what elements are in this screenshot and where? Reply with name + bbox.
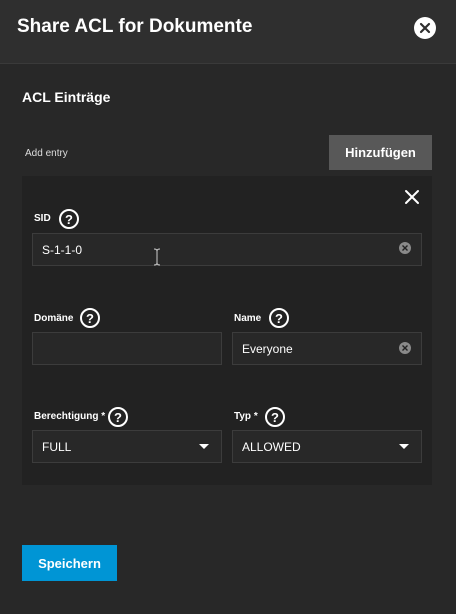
dialog-close-button[interactable] <box>414 17 436 39</box>
remove-entry-icon[interactable] <box>403 188 421 206</box>
type-label: Typ * <box>234 411 258 422</box>
close-icon <box>419 22 431 34</box>
text-cursor-icon <box>153 248 161 266</box>
sid-input[interactable]: S-1-1-0 <box>32 233 422 266</box>
name-input[interactable]: Everyone <box>232 332 422 365</box>
name-label: Name <box>234 313 262 324</box>
domain-input[interactable] <box>32 332 222 365</box>
sid-clear-button[interactable] <box>399 242 411 254</box>
caret-down-icon <box>199 444 209 449</box>
type-value: ALLOWED <box>242 439 301 454</box>
add-entry-label: Add entry <box>25 148 68 159</box>
domain-label: Domäne <box>34 313 74 324</box>
permission-label: Berechtigung * <box>34 411 106 422</box>
name-help-icon[interactable]: ? <box>269 308 289 328</box>
permission-select[interactable]: FULL <box>32 430 222 463</box>
dialog-title: Share ACL for Dokumente <box>17 16 253 37</box>
sid-help-icon[interactable]: ? <box>59 209 79 229</box>
caret-down-icon <box>399 444 409 449</box>
sid-value: S-1-1-0 <box>42 242 83 257</box>
sid-label: SID <box>34 213 51 224</box>
domain-help-icon[interactable]: ? <box>80 308 100 328</box>
name-value: Everyone <box>242 341 293 356</box>
permission-value: FULL <box>42 439 72 454</box>
save-button[interactable]: Speichern <box>22 545 117 581</box>
dialog-header: Share ACL for Dokumente <box>0 0 456 64</box>
section-title: ACL Einträge <box>22 89 111 105</box>
add-entry-button[interactable]: Hinzufügen <box>329 135 432 170</box>
type-select[interactable]: ALLOWED <box>232 430 422 463</box>
clear-icon <box>402 245 408 251</box>
clear-icon <box>402 345 408 351</box>
permission-help-icon[interactable]: ? <box>108 407 128 427</box>
type-help-icon[interactable]: ? <box>265 407 285 427</box>
name-clear-button[interactable] <box>399 342 411 354</box>
